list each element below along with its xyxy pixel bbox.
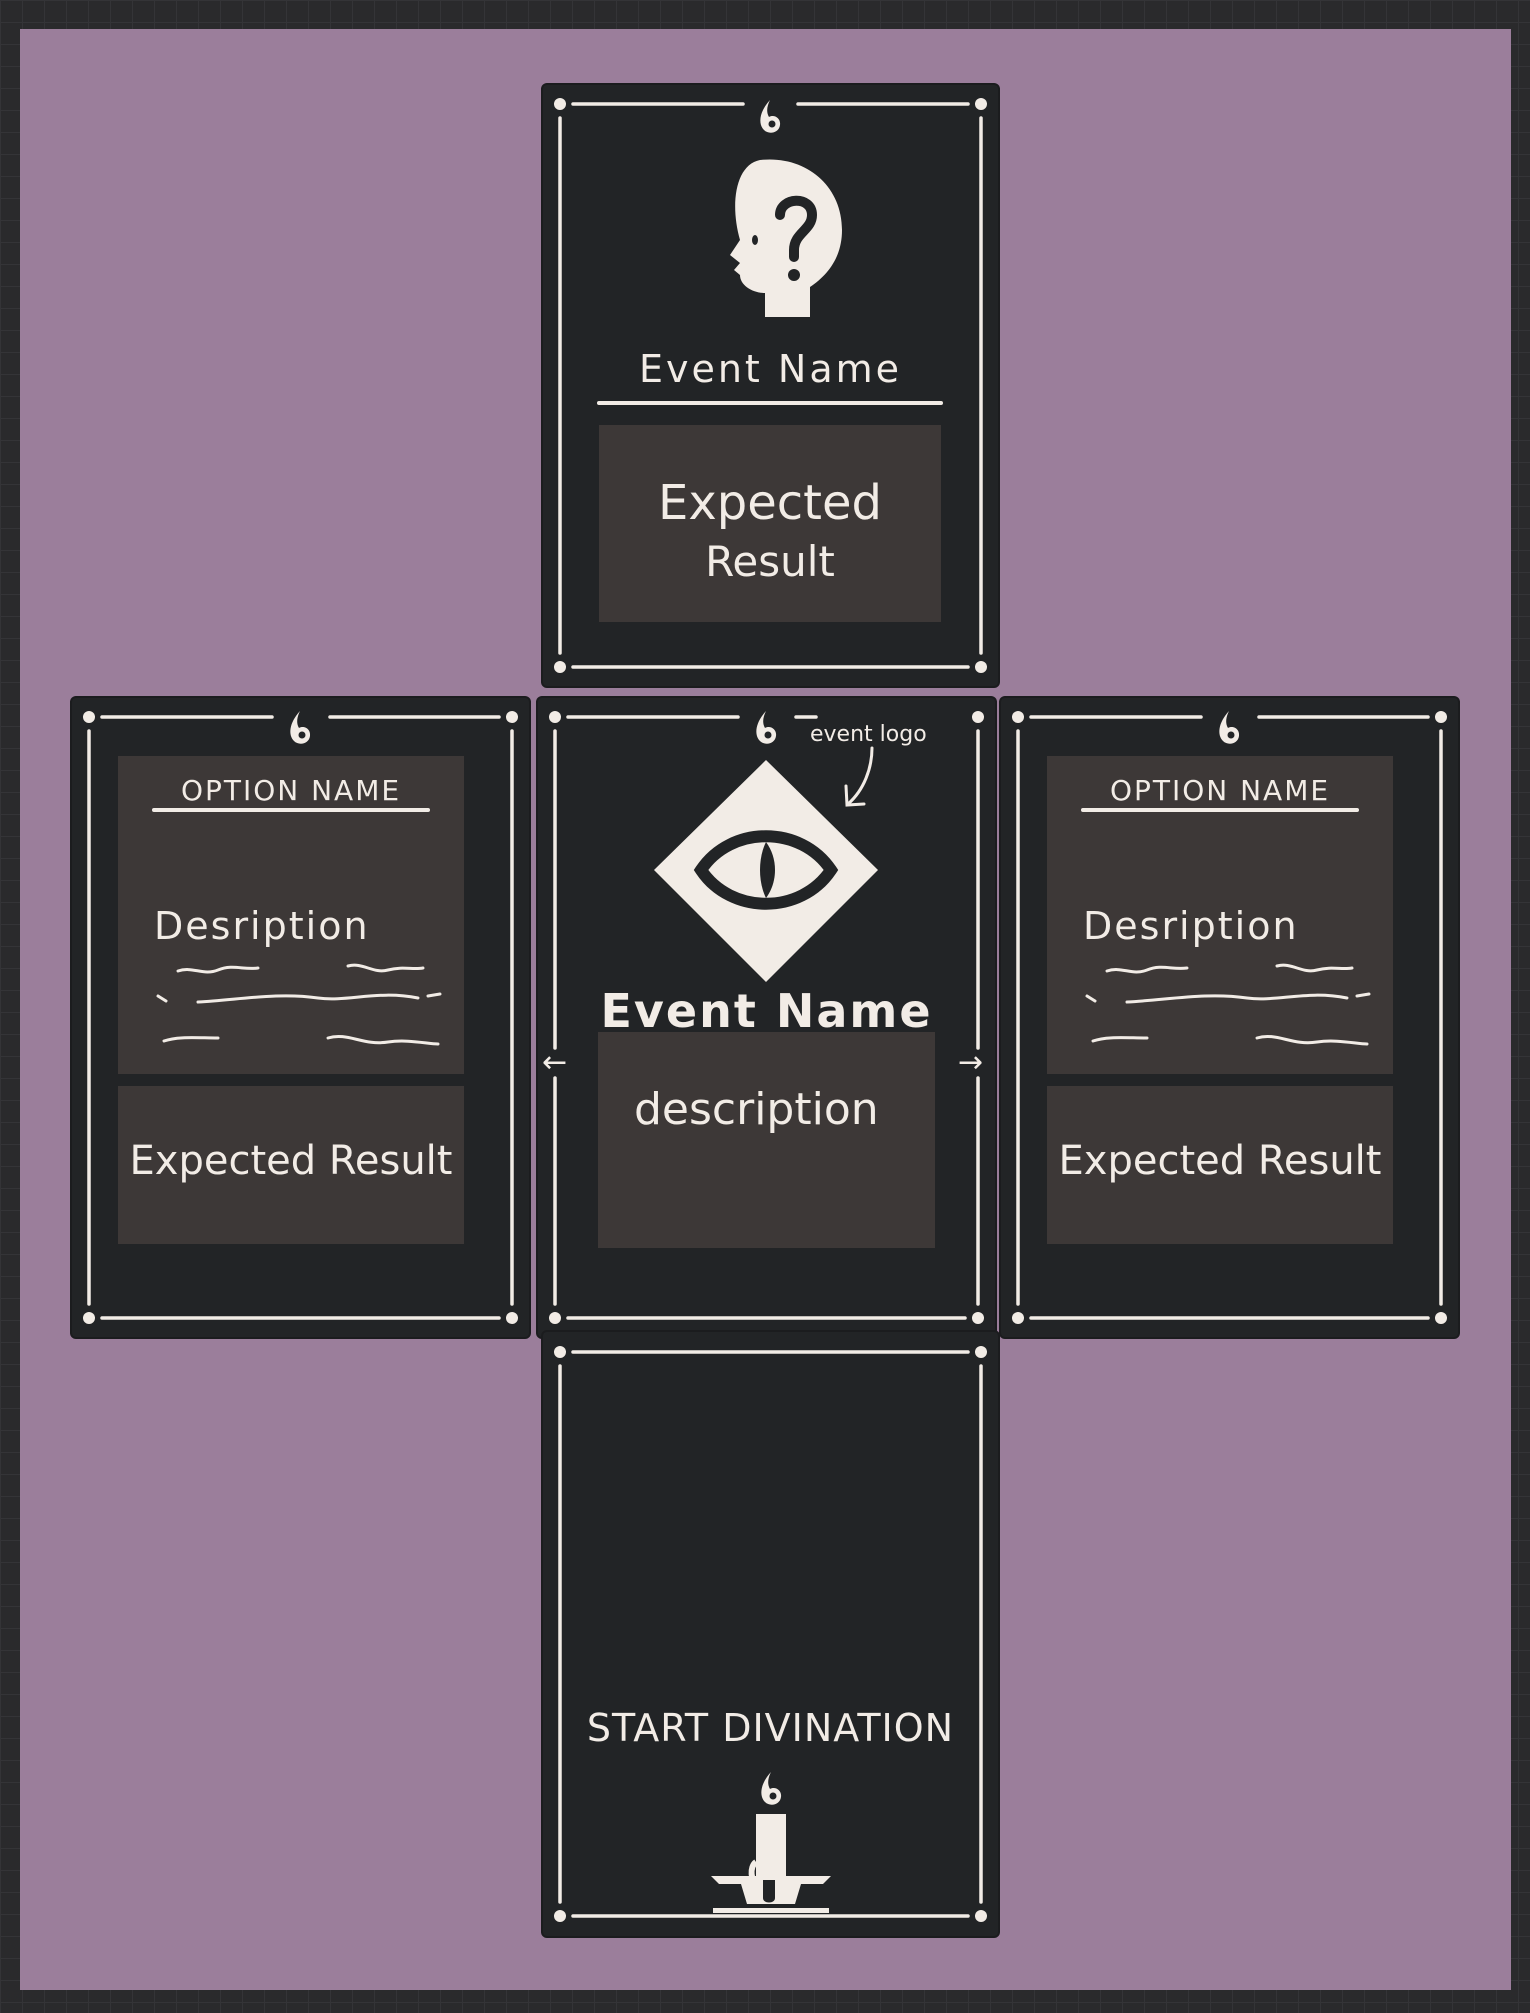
flame-icon [1219,711,1240,744]
flame-icon [290,711,311,744]
option-expected-result-panel: Expected Result [118,1086,464,1244]
option-expected-result-panel: Expected Result [1047,1086,1393,1244]
option-description-panel: OPTION NAME Desription [118,756,464,1074]
option-description-panel: OPTION NAME Desription [1047,756,1393,1074]
center-description: description [634,1084,879,1135]
flame-icon [756,711,777,744]
event-name-title: Event Name [638,347,903,391]
option-expected-result: Expected Result [129,1138,453,1184]
scribble-lines [1085,963,1371,1046]
option-card-right[interactable]: OPTION NAME Desription Expected Result [1001,698,1458,1337]
expected-result-line2: Result [705,537,835,586]
flame-icon [760,100,781,133]
annotation-arrow-icon [844,746,874,807]
candle-icon [711,1772,831,1913]
card-frame [554,1346,987,1922]
previous-arrow-button[interactable]: ← [542,1048,567,1078]
center-description-panel: description [598,1032,935,1248]
start-divination-card[interactable]: START DIVINATION [543,1332,998,1936]
event-logo-annotation: event logo [810,722,927,747]
next-arrow-button[interactable]: → [958,1048,983,1078]
event-card-center[interactable]: event logo Event Name description ← → [538,698,995,1337]
expected-result-panel: Expected Result [599,425,941,622]
mystery-head-icon [730,159,842,318]
scribble-lines [156,963,442,1046]
game-board: Event Name Expected Result OPTION NAME D… [20,29,1511,1990]
option-expected-result: Expected Result [1058,1138,1382,1184]
center-event-name: Event Name [600,984,933,1038]
event-result-card[interactable]: Event Name Expected Result [543,85,998,686]
option-card-left[interactable]: OPTION NAME Desription Expected Result [72,698,529,1337]
start-divination-button[interactable]: START DIVINATION [543,1706,998,1750]
eye-diamond-icon [654,760,878,982]
expected-result-line1: Expected [658,475,882,531]
